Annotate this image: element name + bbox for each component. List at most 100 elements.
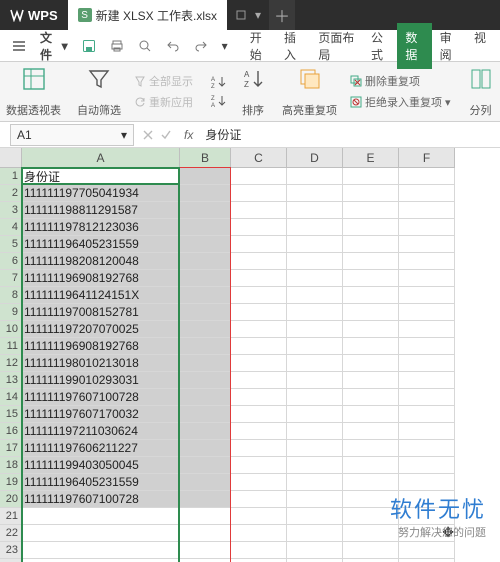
- cell[interactable]: [231, 491, 287, 508]
- cell[interactable]: [343, 287, 399, 304]
- row-header-13[interactable]: 13: [0, 372, 22, 389]
- cell[interactable]: [399, 185, 455, 202]
- cell[interactable]: [343, 440, 399, 457]
- cell[interactable]: [343, 508, 399, 525]
- cell[interactable]: [231, 253, 287, 270]
- tab-menu-icon[interactable]: [235, 9, 247, 21]
- cell[interactable]: [180, 542, 231, 559]
- row-header-18[interactable]: 18: [0, 457, 22, 474]
- cell[interactable]: [180, 525, 231, 542]
- cell[interactable]: [399, 457, 455, 474]
- row-header-14[interactable]: 14: [0, 389, 22, 406]
- cell[interactable]: [399, 491, 455, 508]
- cell[interactable]: [180, 440, 231, 457]
- cell[interactable]: [231, 236, 287, 253]
- undo-icon[interactable]: [160, 35, 186, 57]
- col-header-C[interactable]: C: [231, 148, 287, 168]
- cell[interactable]: [180, 406, 231, 423]
- showall-button[interactable]: 全部显示: [131, 71, 196, 91]
- cell[interactable]: [287, 219, 343, 236]
- cell[interactable]: [287, 542, 343, 559]
- cell[interactable]: 111111197008152781: [22, 304, 180, 321]
- cell[interactable]: [231, 168, 287, 185]
- row-header-21[interactable]: 21: [0, 508, 22, 525]
- cell[interactable]: [231, 542, 287, 559]
- col-header-D[interactable]: D: [287, 148, 343, 168]
- cell[interactable]: [399, 202, 455, 219]
- row-header-22[interactable]: 22: [0, 525, 22, 542]
- cell[interactable]: [343, 185, 399, 202]
- document-tab[interactable]: S 新建 XLSX 工作表.xlsx: [68, 0, 227, 30]
- cell[interactable]: [180, 253, 231, 270]
- save-icon[interactable]: [76, 35, 102, 57]
- cell[interactable]: [343, 338, 399, 355]
- cell[interactable]: [343, 474, 399, 491]
- row-header-1[interactable]: 1: [0, 168, 22, 185]
- cell[interactable]: [399, 338, 455, 355]
- row-header-2[interactable]: 2: [0, 185, 22, 202]
- select-all-corner[interactable]: [0, 148, 22, 168]
- cell[interactable]: 111111196405231559: [22, 474, 180, 491]
- cell[interactable]: [343, 491, 399, 508]
- cell[interactable]: [399, 440, 455, 457]
- cell[interactable]: [231, 202, 287, 219]
- cell[interactable]: [343, 355, 399, 372]
- cell[interactable]: [287, 270, 343, 287]
- cell[interactable]: [180, 304, 231, 321]
- cell[interactable]: [180, 321, 231, 338]
- cell[interactable]: [287, 236, 343, 253]
- reject-dup-button[interactable]: 拒绝录入重复项 ▾: [347, 92, 454, 112]
- cell[interactable]: 111111198208120048: [22, 253, 180, 270]
- row-header-15[interactable]: 15: [0, 406, 22, 423]
- cell[interactable]: [180, 338, 231, 355]
- pivot-button[interactable]: 数据透视表: [0, 64, 67, 120]
- cell[interactable]: [287, 423, 343, 440]
- cell[interactable]: [180, 372, 231, 389]
- cell[interactable]: [343, 372, 399, 389]
- cell[interactable]: [343, 304, 399, 321]
- cell[interactable]: [231, 440, 287, 457]
- cell[interactable]: [399, 406, 455, 423]
- cell[interactable]: [343, 168, 399, 185]
- cell[interactable]: [180, 202, 231, 219]
- cell[interactable]: [399, 321, 455, 338]
- cell[interactable]: [399, 474, 455, 491]
- cell[interactable]: [287, 253, 343, 270]
- cell[interactable]: [231, 321, 287, 338]
- cell[interactable]: [180, 474, 231, 491]
- tab-view[interactable]: 视: [466, 23, 494, 69]
- cell[interactable]: [287, 372, 343, 389]
- cell[interactable]: 111111197705041934: [22, 185, 180, 202]
- cell[interactable]: 111111197607100728: [22, 389, 180, 406]
- cell[interactable]: [180, 389, 231, 406]
- cell[interactable]: [343, 321, 399, 338]
- cell[interactable]: [180, 270, 231, 287]
- cell[interactable]: [180, 287, 231, 304]
- cell[interactable]: [231, 457, 287, 474]
- cell[interactable]: 111111197812123036: [22, 219, 180, 236]
- cell[interactable]: 111111197207070025: [22, 321, 180, 338]
- cell[interactable]: 11111119641124151X: [22, 287, 180, 304]
- cell[interactable]: [343, 542, 399, 559]
- cell[interactable]: 111111196908192768: [22, 338, 180, 355]
- cell[interactable]: [231, 389, 287, 406]
- row-header-20[interactable]: 20: [0, 491, 22, 508]
- print-icon[interactable]: [104, 35, 130, 57]
- chevron-down-icon[interactable]: ▾: [255, 8, 261, 22]
- cell[interactable]: [399, 304, 455, 321]
- cell[interactable]: [231, 423, 287, 440]
- cell[interactable]: [287, 525, 343, 542]
- cell[interactable]: 111111197607100728: [22, 491, 180, 508]
- autofilter-button[interactable]: 自动筛选: [71, 64, 127, 120]
- cell[interactable]: [231, 304, 287, 321]
- cell[interactable]: [399, 423, 455, 440]
- cell[interactable]: [231, 270, 287, 287]
- redo-icon[interactable]: [188, 35, 214, 57]
- cell[interactable]: 111111197606211227: [22, 440, 180, 457]
- row-header-3[interactable]: 3: [0, 202, 22, 219]
- cell[interactable]: [180, 219, 231, 236]
- menu-icon[interactable]: [6, 35, 32, 57]
- cell[interactable]: 111111197211030624: [22, 423, 180, 440]
- cell[interactable]: 111111197607170032: [22, 406, 180, 423]
- tab-pagelayout[interactable]: 页面布局: [310, 23, 363, 69]
